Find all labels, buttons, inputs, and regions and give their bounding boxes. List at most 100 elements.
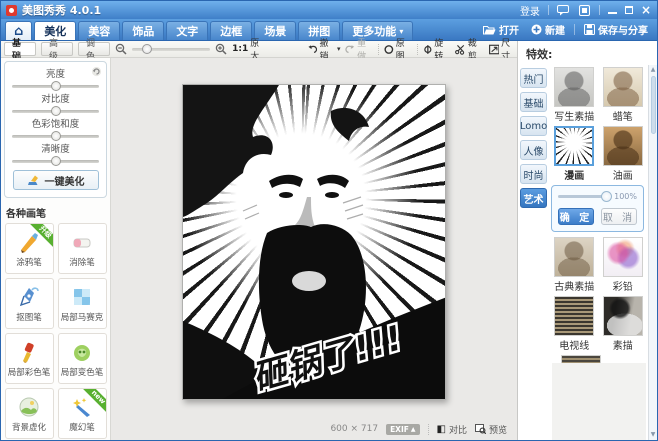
divider bbox=[417, 44, 418, 55]
brush-eraser-pen[interactable]: 消除笔 bbox=[58, 223, 107, 274]
comic-portrait: 砸锅了!!! bbox=[183, 85, 446, 400]
effect-thumbnail bbox=[603, 126, 643, 166]
brightness-slider[interactable] bbox=[12, 85, 99, 88]
category-lomo[interactable]: Lomo bbox=[520, 116, 547, 136]
brush-magic-pen[interactable]: new 魔幻笔 bbox=[58, 388, 107, 439]
toolbar: 基础 高级 调色 1:1 原大 撤销 ▾ bbox=[1, 41, 517, 58]
effect-strength-slider[interactable] bbox=[558, 195, 610, 198]
feedback-icon[interactable] bbox=[557, 5, 570, 16]
category-art[interactable]: 艺术 bbox=[520, 188, 547, 208]
reset-icon[interactable] bbox=[91, 66, 102, 77]
new-button[interactable]: 新建 bbox=[528, 22, 568, 37]
zoom-out-icon[interactable] bbox=[115, 43, 127, 55]
effect-strength-popup: 100% 确 定 取 消 bbox=[551, 185, 644, 232]
preview-button[interactable]: 预览 bbox=[475, 423, 507, 436]
zoom-in-icon[interactable] bbox=[215, 43, 227, 55]
paintbrush-icon bbox=[17, 340, 41, 364]
slider-label: 清晰度 bbox=[12, 141, 99, 155]
brightness-slider-row: 亮度 bbox=[12, 66, 99, 88]
slider-handle[interactable] bbox=[51, 106, 61, 116]
slider-label: 亮度 bbox=[12, 66, 99, 80]
slider-label: 对比度 bbox=[12, 91, 99, 105]
tab-text[interactable]: 文字 bbox=[166, 21, 208, 40]
category-hot[interactable]: 热门 bbox=[520, 68, 547, 88]
one-key-beautify-button[interactable]: 一键美化 bbox=[13, 170, 99, 190]
effects-title: 特效: bbox=[518, 41, 657, 65]
effect-thumbnail bbox=[554, 237, 594, 277]
subtab-basic[interactable]: 基础 bbox=[4, 42, 36, 56]
magic-wand-icon bbox=[70, 395, 94, 419]
skin-icon[interactable] bbox=[578, 5, 591, 16]
scrollbar-thumb[interactable] bbox=[651, 76, 656, 134]
category-portrait[interactable]: 人像 bbox=[520, 140, 547, 160]
divider bbox=[548, 5, 549, 15]
effect-tv-lines[interactable]: 电视线 bbox=[554, 296, 594, 355]
scroll-up-icon[interactable]: ▲ bbox=[651, 66, 656, 74]
category-basic[interactable]: 基础 bbox=[520, 92, 547, 112]
effects-panel: 特效: 热门 基础 Lomo 人像 时尚 艺术 写生素描 bbox=[517, 41, 657, 440]
adjust-sidebar: 亮度 对比度 色彩饱和度 清晰度 bbox=[1, 58, 111, 440]
effect-comic-selected[interactable]: 漫画 bbox=[554, 126, 594, 185]
effect-sketch-drawing[interactable]: 写生素描 bbox=[554, 67, 594, 126]
chevron-down-icon: ▾ bbox=[399, 27, 403, 36]
effect-crayon[interactable]: 蜡笔 bbox=[603, 67, 643, 126]
tab-decorations[interactable]: 饰品 bbox=[122, 21, 164, 40]
scroll-down-icon[interactable]: ▼ bbox=[651, 431, 656, 439]
subtab-advanced[interactable]: 高级 bbox=[41, 42, 73, 56]
category-fashion[interactable]: 时尚 bbox=[520, 164, 547, 184]
brush-doodle-pen[interactable]: 升级 涂鸦笔 bbox=[5, 223, 54, 274]
subtab-tone[interactable]: 调色 bbox=[78, 42, 110, 56]
circle-icon bbox=[384, 44, 394, 55]
save-share-button[interactable]: 保存与分享 bbox=[581, 22, 651, 37]
undo-icon bbox=[308, 44, 317, 54]
maximize-button[interactable] bbox=[625, 6, 633, 14]
sharpness-slider-row: 清晰度 bbox=[12, 141, 99, 163]
redo-icon bbox=[345, 44, 355, 54]
effect-thumbnail bbox=[603, 67, 643, 107]
close-button[interactable]: × bbox=[641, 5, 651, 15]
minimize-button[interactable] bbox=[608, 6, 617, 14]
brush-local-recolor-pen[interactable]: 局部变色笔 bbox=[58, 333, 107, 384]
confirm-button[interactable]: 确 定 bbox=[558, 208, 594, 225]
adjust-box: 亮度 对比度 色彩饱和度 清晰度 bbox=[4, 61, 107, 198]
brush-background-blur[interactable]: 背景虚化 bbox=[5, 388, 54, 439]
zoom-slider-handle[interactable] bbox=[142, 44, 152, 54]
compare-icon: ◧ bbox=[437, 424, 446, 435]
plus-circle-icon bbox=[531, 24, 542, 35]
photo-canvas[interactable]: 砸锅了!!! bbox=[182, 84, 446, 400]
mosaic-icon bbox=[70, 285, 94, 309]
effect-oil-painting[interactable]: 油画 bbox=[603, 126, 643, 185]
eraser-icon bbox=[70, 230, 94, 254]
effect-colored-pencil[interactable]: 彩铅 bbox=[603, 237, 643, 296]
exif-badge[interactable]: EXIF ▲ bbox=[386, 424, 419, 435]
slider-handle[interactable] bbox=[51, 131, 61, 141]
login-link[interactable]: 登录 bbox=[520, 3, 540, 18]
canvas-statusbar: 600 × 717 EXIF ▲ ◧ 对比 预览 bbox=[111, 418, 517, 440]
sharpness-slider[interactable] bbox=[12, 160, 99, 163]
compare-button[interactable]: ◧ 对比 bbox=[437, 423, 467, 436]
effects-list: 写生素描 蜡笔 漫画 油画 bbox=[547, 65, 648, 440]
effect-thumbnail-partial[interactable] bbox=[561, 355, 601, 363]
chevron-down-icon: ▾ bbox=[337, 45, 341, 53]
save-icon bbox=[584, 24, 595, 35]
effects-scrollbar[interactable]: ▲ ▼ bbox=[648, 65, 657, 440]
slider-handle[interactable] bbox=[601, 191, 612, 202]
open-button[interactable]: 打开 bbox=[480, 22, 522, 37]
contrast-slider[interactable] bbox=[12, 110, 99, 113]
resize-icon bbox=[489, 44, 500, 55]
effect-classic-sketch[interactable]: 古典素描 bbox=[554, 237, 594, 296]
effect-sketch[interactable]: 素描 bbox=[603, 296, 643, 355]
canvas-area: 砸锅了!!! 600 × 717 EXIF ▲ ◧ 对比 bbox=[111, 58, 517, 440]
saturation-slider[interactable] bbox=[12, 135, 99, 138]
strength-value: 100% bbox=[614, 192, 637, 201]
divider bbox=[378, 44, 379, 55]
brush-local-mosaic[interactable]: 局部马赛克 bbox=[58, 278, 107, 329]
slider-handle[interactable] bbox=[51, 81, 61, 91]
effect-thumbnail bbox=[554, 67, 594, 107]
slider-handle[interactable] bbox=[51, 156, 61, 166]
brush-local-color-pen[interactable]: 局部彩色笔 bbox=[5, 333, 54, 384]
brush-cutout-pen[interactable]: 抠图笔 bbox=[5, 278, 54, 329]
triangle-up-icon: ▲ bbox=[411, 426, 416, 433]
cancel-button[interactable]: 取 消 bbox=[601, 208, 637, 225]
zoom-slider[interactable] bbox=[132, 48, 210, 51]
